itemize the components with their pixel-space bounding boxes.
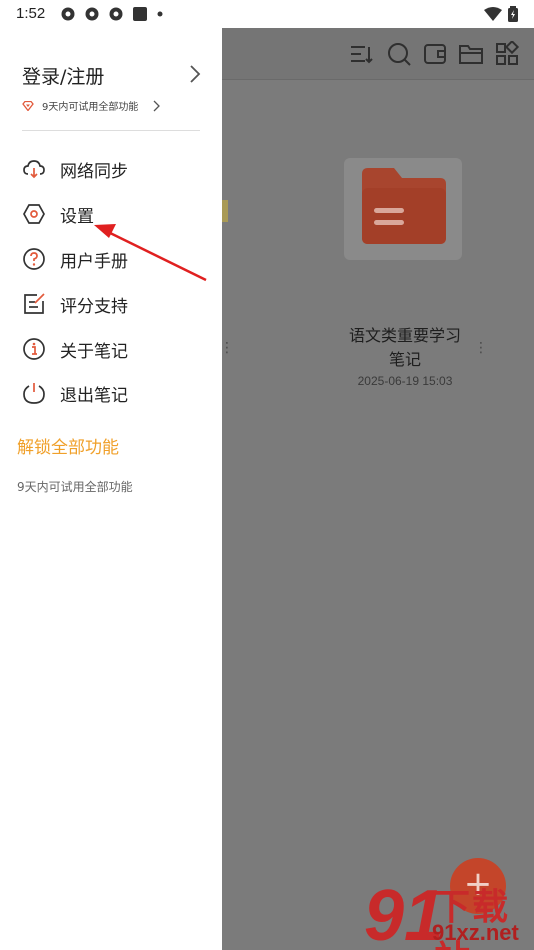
menu-item-cloud-sync[interactable]: 网络同步 — [22, 154, 128, 184]
note-date: 2025-06-19 15:03 — [357, 374, 453, 388]
grid-icon[interactable] — [494, 41, 520, 67]
dot-icon — [157, 11, 163, 17]
search-icon[interactable] — [386, 41, 412, 67]
settings-gear-icon — [85, 7, 99, 21]
trial-row[interactable]: 9天内可试用全部功能 — [22, 98, 161, 113]
folder-icon[interactable] — [458, 41, 484, 67]
info-circle-icon — [23, 338, 45, 360]
unlock-trial-text: 9天内可试用全部功能 — [17, 480, 133, 494]
battery-icon — [508, 6, 518, 22]
menu-item-about[interactable]: 关于笔记 — [22, 334, 128, 364]
watermark-domain: 91xz.net — [432, 920, 519, 945]
edit-note-icon — [24, 293, 45, 314]
menu-item-label: 评分支持 — [60, 296, 128, 317]
note-more-icon[interactable]: ⋮ — [474, 340, 488, 356]
square-icon — [133, 7, 147, 21]
menu-item-exit[interactable]: 退出笔记 — [22, 378, 128, 408]
unlock-all-features-link[interactable]: 解锁全部功能 — [17, 433, 119, 458]
menu-item-settings[interactable]: 设置 — [22, 199, 94, 229]
annotation-arrow-icon — [94, 224, 207, 282]
menu-item-label: 设置 — [60, 206, 94, 227]
wifi-icon — [484, 7, 502, 21]
settings-gear-icon — [61, 7, 75, 21]
divider — [22, 130, 200, 131]
status-system-icons — [484, 6, 518, 22]
status-bar: 1:52 — [0, 0, 534, 28]
login-register-link[interactable]: 登录/注册 — [22, 62, 104, 89]
wallet-icon[interactable] — [422, 41, 448, 67]
sort-icon[interactable] — [348, 41, 374, 67]
chevron-right-icon[interactable] — [188, 64, 202, 84]
cloud-sync-icon — [23, 160, 45, 179]
navigation-drawer: 登录/注册 9天内可试用全部功能 网络同步 设置 用户手册 评分支持 关于笔记 … — [0, 28, 222, 950]
diamond-icon — [22, 100, 34, 111]
status-time: 1:52 — [16, 5, 46, 22]
menu-item-label: 退出笔记 — [60, 385, 128, 406]
menu-item-label: 关于笔记 — [60, 341, 128, 362]
menu-item-rating-support[interactable]: 评分支持 — [22, 289, 128, 319]
trial-text: 9天内可试用全部功能 — [42, 102, 139, 113]
settings-gear-icon — [109, 7, 123, 21]
note-folder-icon — [362, 168, 446, 244]
note-title[interactable]: 语文类重要学习 笔记 — [320, 324, 490, 372]
status-notification-icons — [60, 6, 164, 22]
menu-item-label: 网络同步 — [60, 161, 128, 182]
settings-hexagon-icon — [23, 204, 45, 224]
power-icon — [23, 383, 45, 404]
note-more-icon[interactable]: ⋮ — [220, 340, 234, 356]
help-circle-icon — [23, 248, 45, 270]
chevron-right-icon — [153, 100, 161, 111]
